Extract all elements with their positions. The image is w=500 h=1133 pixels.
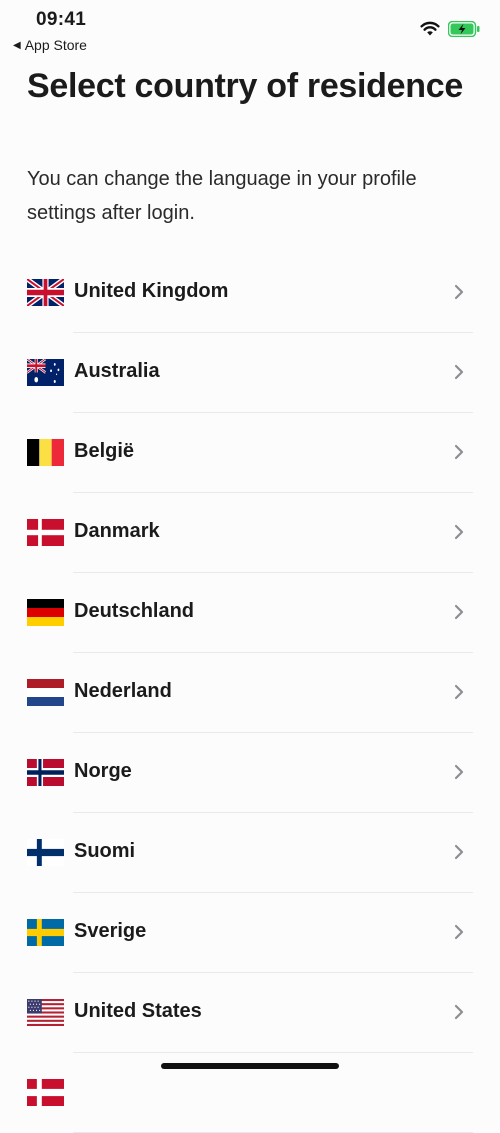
germany-flag-icon bbox=[27, 599, 64, 626]
finland-flag-icon bbox=[27, 839, 64, 866]
chevron-right-icon bbox=[454, 1004, 464, 1020]
country-name: Deutschland bbox=[74, 600, 195, 622]
wifi-icon bbox=[420, 21, 440, 36]
netherlands-flag-icon bbox=[27, 679, 64, 706]
country-name: Australia bbox=[74, 360, 160, 382]
uk-flag-icon bbox=[27, 279, 64, 306]
page-title: Select country of residence bbox=[27, 67, 463, 105]
sweden-flag-icon bbox=[27, 919, 64, 946]
belgium-flag-icon bbox=[27, 439, 64, 466]
country-name: Suomi bbox=[74, 840, 136, 862]
chevron-right-icon bbox=[454, 284, 464, 300]
battery-charging-icon bbox=[448, 21, 480, 37]
status-bar: 09:41 ◀ App Store bbox=[0, 0, 500, 60]
australia-flag-icon bbox=[27, 359, 64, 386]
chevron-right-icon bbox=[454, 364, 464, 380]
denmark-flag-icon bbox=[27, 519, 64, 546]
home-indicator bbox=[161, 1063, 339, 1069]
chevron-right-icon bbox=[454, 924, 464, 940]
country-item-belgium[interactable]: België bbox=[0, 413, 500, 493]
country-name: United Kingdom bbox=[74, 280, 229, 302]
usa-flag-icon bbox=[27, 999, 64, 1026]
chevron-right-icon bbox=[454, 524, 464, 540]
country-name: United States bbox=[74, 1000, 202, 1022]
back-link-label: App Store bbox=[24, 37, 87, 53]
norway-flag-icon bbox=[27, 759, 64, 786]
country-item-norway[interactable]: Norge bbox=[0, 733, 500, 813]
country-item-netherlands[interactable]: Nederland bbox=[0, 653, 500, 733]
country-item-united-states[interactable]: United States bbox=[0, 973, 500, 1053]
chevron-right-icon bbox=[454, 844, 464, 860]
country-name: Nederland bbox=[74, 680, 172, 702]
country-item-germany[interactable]: Deutschland bbox=[0, 573, 500, 653]
chevron-right-icon bbox=[454, 444, 464, 460]
chevron-right-icon bbox=[454, 764, 464, 780]
country-name: Norge bbox=[74, 760, 132, 782]
country-item-united-kingdom[interactable]: United Kingdom bbox=[0, 253, 500, 333]
back-to-app-store-link[interactable]: ◀ App Store bbox=[13, 37, 87, 53]
status-time: 09:41 bbox=[36, 9, 87, 30]
country-item-finland[interactable]: Suomi bbox=[0, 813, 500, 893]
page-subtitle: You can change the language in your prof… bbox=[27, 168, 417, 224]
country-list: United Kingdom Australia België Danmark … bbox=[0, 253, 500, 1133]
back-arrow-icon: ◀ bbox=[13, 39, 21, 51]
country-item-denmark[interactable]: Danmark bbox=[0, 493, 500, 573]
chevron-right-icon bbox=[454, 684, 464, 700]
country-name: Sverige bbox=[74, 920, 147, 942]
country-name: België bbox=[74, 440, 135, 462]
country-name: Danmark bbox=[74, 520, 160, 542]
partial-flag-icon bbox=[27, 1079, 64, 1106]
country-item-sweden[interactable]: Sverige bbox=[0, 893, 500, 973]
country-item-australia[interactable]: Australia bbox=[0, 333, 500, 413]
chevron-right-icon bbox=[454, 604, 464, 620]
